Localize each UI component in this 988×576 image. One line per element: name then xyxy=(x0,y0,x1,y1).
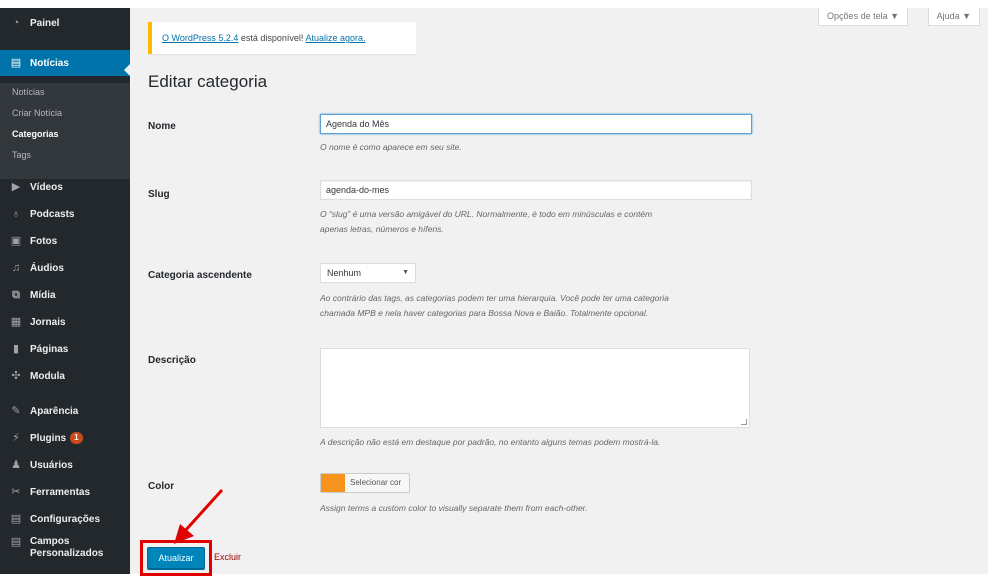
name-field[interactable]: Agenda do Mês xyxy=(320,114,752,134)
help-button[interactable]: Ajuda ▼ xyxy=(927,8,980,26)
sidebar-item-campos-personalizados[interactable]: ▤ Campos Personalizados xyxy=(0,536,130,568)
submenu-item-criar-noticia[interactable]: Criar Notícia xyxy=(12,108,62,118)
resize-handle-icon[interactable] xyxy=(741,419,747,425)
media-icon: ⧉ xyxy=(12,289,20,301)
main-content: Opções de tela ▼ Ajuda ▼ O WordPress 5.2… xyxy=(130,8,988,576)
image-icon: ▣ xyxy=(10,235,22,247)
sidebar-item-label: Plugins xyxy=(30,432,67,444)
parent-description-line: Ao contrário das tags, as categorias pod… xyxy=(320,293,669,303)
admin-sidebar: ◔ Painel ▤ Notícias Notícias Criar Notíc… xyxy=(0,8,131,574)
notice-text: está disponível! xyxy=(240,33,304,43)
slug-field[interactable]: agenda-do-mes xyxy=(320,180,752,200)
sidebar-item-label: Configurações xyxy=(30,513,101,525)
description-textarea[interactable] xyxy=(320,348,750,428)
name-label: Nome xyxy=(148,121,176,132)
update-count-badge: 1 xyxy=(70,432,83,444)
sidebar-item-label: Notícias xyxy=(30,57,69,69)
parent-description-line: chamada MPB e nela haver categorias para… xyxy=(320,308,649,318)
submenu-noticias: Notícias Criar Notícia Categorias Tags xyxy=(0,83,130,179)
name-description: O nome é como aparece em seu site. xyxy=(320,142,462,152)
screen-options-button[interactable]: Opções de tela ▼ xyxy=(818,8,908,26)
sidebar-item-label: Painel xyxy=(30,17,60,29)
music-icon: ♫ xyxy=(11,262,21,274)
sidebar-item-label: Fotos xyxy=(30,235,58,247)
sidebar-item-label: Aparência xyxy=(30,405,79,417)
newspaper-icon: ▦ xyxy=(10,316,22,328)
sidebar-item-label: Mídia xyxy=(30,289,56,301)
users-icon: ♟ xyxy=(11,459,21,471)
wrench-icon: ✂ xyxy=(11,486,21,498)
color-swatch xyxy=(321,474,345,492)
brush-icon: ✎ xyxy=(11,405,21,417)
parent-category-value: Nenhum xyxy=(327,268,362,278)
slug-description-line: O “slug” é uma versão amigável do URL. N… xyxy=(320,209,653,219)
plugin-icon: ⚡ xyxy=(12,432,20,444)
sidebar-item-plugins[interactable]: ⚡ Plugins 1 xyxy=(0,425,130,451)
microphone-icon: ♁ xyxy=(11,208,21,220)
color-description: Assign terms a custom color to visually … xyxy=(320,503,588,513)
sidebar-item-paginas[interactable]: ▮ Páginas xyxy=(0,336,130,362)
posts-icon: ▤ xyxy=(10,57,22,69)
sidebar-item-label: Usuários xyxy=(30,459,73,471)
sidebar-item-videos[interactable]: ▶ Vídeos xyxy=(0,174,130,200)
sidebar-item-audios[interactable]: ♫ Áudios xyxy=(0,255,130,281)
gallery-icon: ✣ xyxy=(11,370,21,382)
app-window: ◔ Painel ▤ Notícias Notícias Criar Notíc… xyxy=(0,0,988,576)
sidebar-item-painel[interactable]: ◔ Painel xyxy=(0,10,130,36)
dashboard-icon: ◔ xyxy=(12,17,20,29)
update-button[interactable]: Atualizar xyxy=(147,547,205,569)
custom-fields-icon: ▤ xyxy=(10,536,22,548)
color-picker-button[interactable]: Selecionar cor xyxy=(320,473,410,493)
sidebar-item-midia[interactable]: ⧉ Mídia xyxy=(0,282,130,308)
settings-icon: ▤ xyxy=(10,513,22,525)
wordpress-version-link[interactable]: O WordPress 5.2.4 xyxy=(162,33,238,43)
sidebar-item-noticias[interactable]: ▤ Notícias xyxy=(0,50,130,76)
parent-category-description: Ao contrário das tags, as categorias pod… xyxy=(320,291,669,321)
update-notice: O WordPress 5.2.4 está disponível! Atual… xyxy=(148,22,416,54)
slug-description-line: apenas letras, números e hífens. xyxy=(320,224,444,234)
sidebar-item-configuracoes[interactable]: ▤ Configurações xyxy=(0,506,130,532)
sidebar-item-jornais[interactable]: ▦ Jornais xyxy=(0,309,130,335)
sidebar-item-usuarios[interactable]: ♟ Usuários xyxy=(0,452,130,478)
sidebar-item-label: Páginas xyxy=(30,343,69,355)
red-arrow-annotation-icon xyxy=(174,488,224,544)
video-icon: ▶ xyxy=(11,181,21,193)
pages-icon: ▮ xyxy=(12,343,20,355)
slug-label: Slug xyxy=(148,189,170,200)
dropdown-caret-icon: ▼ xyxy=(402,269,409,276)
page-title: Editar categoria xyxy=(148,72,268,91)
sidebar-item-fotos[interactable]: ▣ Fotos xyxy=(0,228,130,254)
description-label: Descrição xyxy=(148,355,196,366)
update-now-link[interactable]: Atualize agora. xyxy=(305,33,365,43)
parent-category-select[interactable]: Nenhum ▼ xyxy=(320,263,416,283)
submenu-item-noticias[interactable]: Notícias xyxy=(12,87,45,97)
sidebar-item-podcasts[interactable]: ♁ Podcasts xyxy=(0,201,130,227)
sidebar-item-modula[interactable]: ✣ Modula xyxy=(0,363,130,389)
parent-category-label: Categoria ascendente xyxy=(148,270,252,281)
sidebar-item-label: Ferramentas xyxy=(30,486,91,498)
sidebar-item-ferramentas[interactable]: ✂ Ferramentas xyxy=(0,479,130,505)
sidebar-item-label: Modula xyxy=(30,370,65,382)
description-help: A descrição não está em destaque por pad… xyxy=(320,437,661,447)
slug-description: O “slug” é uma versão amigável do URL. N… xyxy=(320,207,652,237)
color-picker-label: Selecionar cor xyxy=(350,478,402,487)
delete-link[interactable]: Excluir xyxy=(214,552,241,562)
sidebar-item-label: Vídeos xyxy=(30,181,63,193)
sidebar-item-label: Podcasts xyxy=(30,208,75,220)
sidebar-item-label: Áudios xyxy=(30,262,64,274)
submenu-item-tags[interactable]: Tags xyxy=(12,150,31,160)
sidebar-item-label: Jornais xyxy=(30,316,66,328)
submenu-item-categorias[interactable]: Categorias xyxy=(12,129,59,139)
sidebar-item-aparencia[interactable]: ✎ Aparência xyxy=(0,398,130,424)
sidebar-item-label: Campos Personalizados xyxy=(30,536,104,559)
